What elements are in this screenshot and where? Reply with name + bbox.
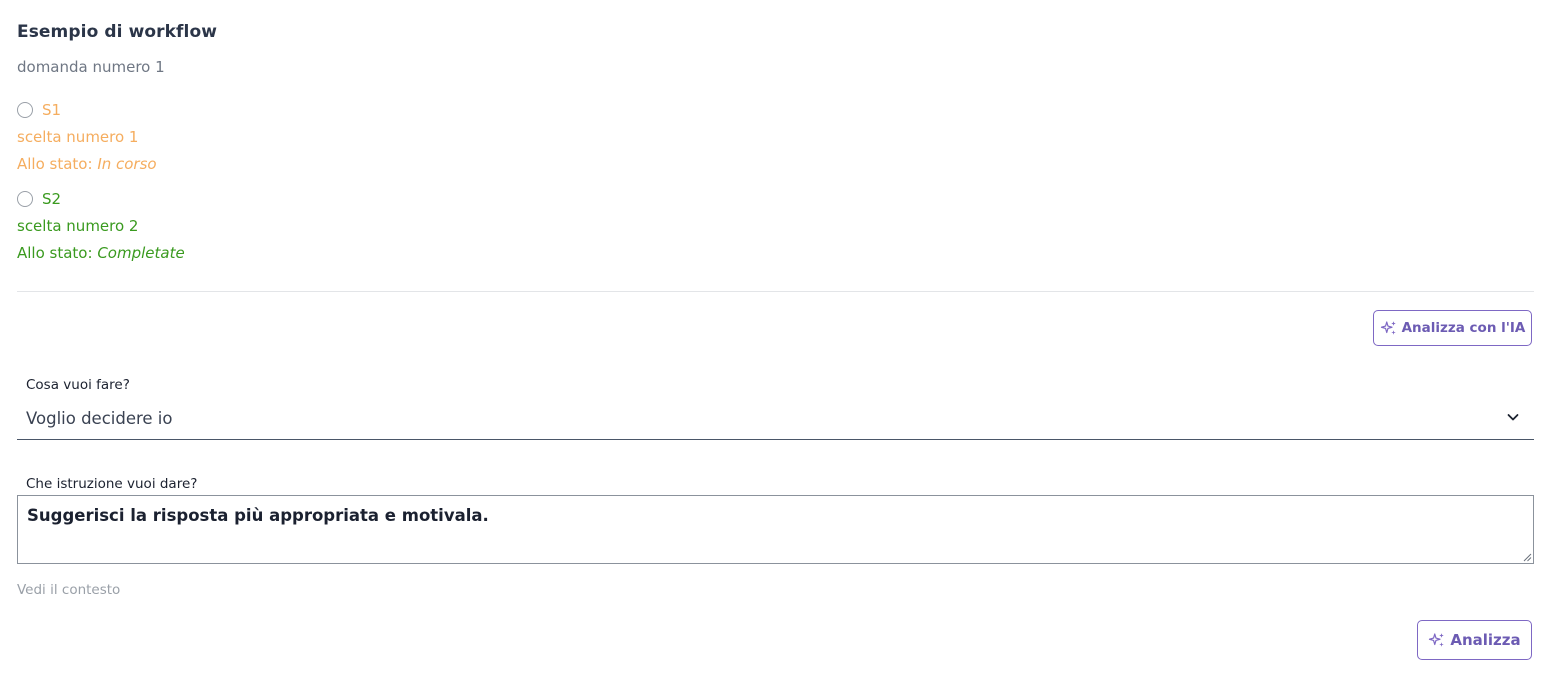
option-s1-radio[interactable] bbox=[17, 102, 33, 118]
instruction-text: Suggerisci la risposta più appropriata e… bbox=[27, 506, 489, 525]
option-s1-description: scelta numero 1 bbox=[17, 128, 139, 146]
option-s2-label: S2 bbox=[42, 190, 62, 208]
chevron-down-icon bbox=[1507, 414, 1519, 421]
analyze-ai-button[interactable]: Analizza con l'IA bbox=[1373, 310, 1532, 346]
analyze-label: Analizza bbox=[1450, 631, 1521, 649]
option-s2[interactable]: S2 bbox=[17, 190, 61, 208]
question-text: domanda numero 1 bbox=[17, 58, 165, 76]
option-s1-state-prefix: Allo stato: bbox=[17, 155, 98, 173]
option-s2-state-value: Completate bbox=[97, 244, 185, 262]
workflow-title: Esempio di workflow bbox=[17, 22, 218, 42]
option-s1-state: Allo stato: In corso bbox=[17, 155, 157, 173]
action-select[interactable]: Voglio decidere io bbox=[17, 398, 1534, 440]
option-s2-radio[interactable] bbox=[17, 191, 33, 207]
option-s1-label: S1 bbox=[42, 101, 62, 119]
analyze-ai-label: Analizza con l'IA bbox=[1401, 320, 1526, 336]
instruction-textarea[interactable]: Suggerisci la risposta più appropriata e… bbox=[17, 495, 1534, 564]
context-link[interactable]: Vedi il contesto bbox=[17, 582, 120, 598]
option-s2-state: Allo stato: Completate bbox=[17, 244, 185, 262]
option-s2-state-prefix: Allo stato: bbox=[17, 244, 98, 262]
sparkles-icon bbox=[1380, 321, 1396, 335]
analyze-button[interactable]: Analizza bbox=[1417, 620, 1532, 660]
option-s1-state-value: In corso bbox=[97, 155, 157, 173]
action-label: Cosa vuoi fare? bbox=[26, 377, 130, 393]
instruction-label: Che istruzione vuoi dare? bbox=[26, 476, 198, 492]
section-divider bbox=[17, 291, 1534, 292]
resize-handle-icon[interactable] bbox=[1522, 552, 1532, 562]
option-s2-description: scelta numero 2 bbox=[17, 217, 139, 235]
sparkles-icon bbox=[1429, 633, 1445, 647]
option-s1[interactable]: S1 bbox=[17, 101, 61, 119]
action-select-value: Voglio decidere io bbox=[26, 409, 173, 428]
